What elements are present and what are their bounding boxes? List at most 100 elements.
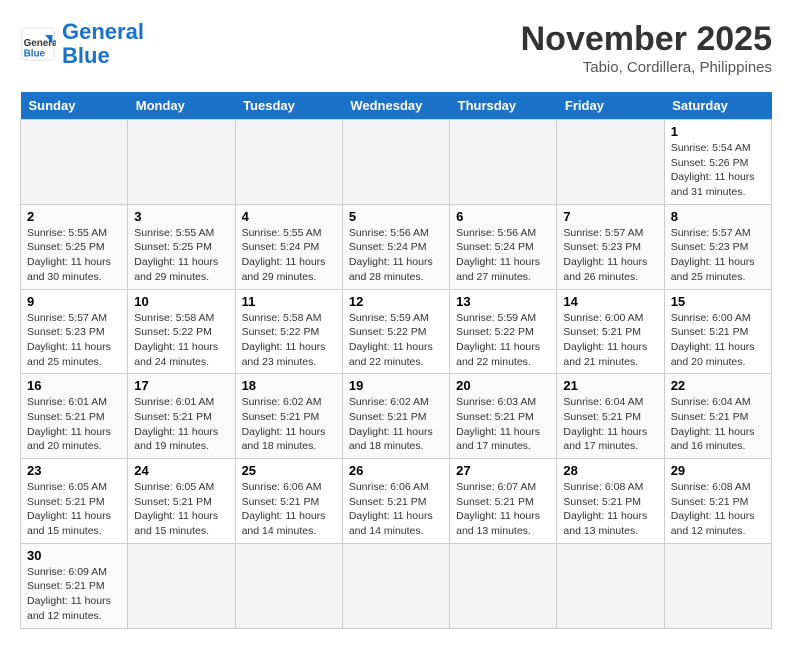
day-info: Sunrise: 6:08 AM Sunset: 5:21 PM Dayligh… (671, 480, 765, 539)
day-info: Sunrise: 5:57 AM Sunset: 5:23 PM Dayligh… (27, 311, 121, 370)
day-number: 7 (563, 209, 657, 224)
weekday-header-friday: Friday (557, 92, 664, 120)
calendar-cell (342, 543, 449, 628)
calendar-cell (21, 120, 128, 205)
day-number: 3 (134, 209, 228, 224)
calendar-cell (450, 120, 557, 205)
day-number: 12 (349, 294, 443, 309)
day-info: Sunrise: 6:00 AM Sunset: 5:21 PM Dayligh… (671, 311, 765, 370)
day-number: 24 (134, 463, 228, 478)
calendar-cell: 30Sunrise: 6:09 AM Sunset: 5:21 PM Dayli… (21, 543, 128, 628)
day-info: Sunrise: 5:54 AM Sunset: 5:26 PM Dayligh… (671, 141, 765, 200)
weekday-header-tuesday: Tuesday (235, 92, 342, 120)
day-info: Sunrise: 5:55 AM Sunset: 5:24 PM Dayligh… (242, 226, 336, 285)
day-number: 19 (349, 378, 443, 393)
calendar-cell: 2 Sunrise: 5:55 AM Sunset: 5:25 PM Daylig… (21, 204, 128, 289)
calendar-week-row: 2 Sunrise: 5:55 AM Sunset: 5:25 PM Daylig… (21, 204, 772, 289)
day-number: 27 (456, 463, 550, 478)
calendar-cell (235, 120, 342, 205)
day-info: Sunrise: 6:02 AM Sunset: 5:21 PM Dayligh… (242, 395, 336, 454)
day-number: 17 (134, 378, 228, 393)
weekday-header-row: SundayMondayTuesdayWednesdayThursdayFrid… (21, 92, 772, 120)
calendar-cell: 23 Sunrise: 6:05 AM Sunset: 5:21 PM Dayli… (21, 459, 128, 544)
day-number: 15 (671, 294, 765, 309)
day-number: 1 (671, 124, 765, 139)
title-area: November 2025 Tabio, Cordillera, Philipp… (521, 20, 772, 76)
month-title: November 2025 (521, 20, 772, 59)
calendar-cell: 9 Sunrise: 5:57 AM Sunset: 5:23 PM Daylig… (21, 289, 128, 374)
weekday-header-saturday: Saturday (664, 92, 771, 120)
calendar-cell: 17 Sunrise: 6:01 AM Sunset: 5:21 PM Dayli… (128, 374, 235, 459)
calendar-cell: 6Sunrise: 5:56 AM Sunset: 5:24 PM Daylig… (450, 204, 557, 289)
day-info: Sunrise: 6:01 AM Sunset: 5:21 PM Dayligh… (27, 395, 121, 454)
day-number: 9 (27, 294, 121, 309)
day-info: Sunrise: 6:04 AM Sunset: 5:21 PM Dayligh… (671, 395, 765, 454)
svg-text:Blue: Blue (24, 49, 46, 60)
calendar-cell: 5 Sunrise: 5:56 AM Sunset: 5:24 PM Daylig… (342, 204, 449, 289)
calendar-cell (235, 543, 342, 628)
day-info: Sunrise: 5:56 AM Sunset: 5:24 PM Dayligh… (456, 226, 550, 285)
day-number: 14 (563, 294, 657, 309)
calendar-cell: 25 Sunrise: 6:06 AM Sunset: 5:21 PM Dayli… (235, 459, 342, 544)
day-info: Sunrise: 6:09 AM Sunset: 5:21 PM Dayligh… (27, 565, 121, 624)
logo: General Blue GeneralBlue (20, 20, 144, 68)
day-info: Sunrise: 5:56 AM Sunset: 5:24 PM Dayligh… (349, 226, 443, 285)
day-info: Sunrise: 6:05 AM Sunset: 5:21 PM Dayligh… (134, 480, 228, 539)
day-number: 25 (242, 463, 336, 478)
day-info: Sunrise: 5:55 AM Sunset: 5:25 PM Dayligh… (27, 226, 121, 285)
calendar-header: SundayMondayTuesdayWednesdayThursdayFrid… (21, 92, 772, 120)
logo-icon: General Blue (20, 26, 56, 62)
day-info: Sunrise: 5:59 AM Sunset: 5:22 PM Dayligh… (456, 311, 550, 370)
weekday-header-thursday: Thursday (450, 92, 557, 120)
weekday-header-sunday: Sunday (21, 92, 128, 120)
day-number: 5 (349, 209, 443, 224)
calendar-cell: 29 Sunrise: 6:08 AM Sunset: 5:21 PM Dayli… (664, 459, 771, 544)
day-info: Sunrise: 5:57 AM Sunset: 5:23 PM Dayligh… (671, 226, 765, 285)
calendar-cell: 16 Sunrise: 6:01 AM Sunset: 5:21 PM Dayli… (21, 374, 128, 459)
calendar-cell: 4 Sunrise: 5:55 AM Sunset: 5:24 PM Daylig… (235, 204, 342, 289)
calendar-week-row: 16 Sunrise: 6:01 AM Sunset: 5:21 PM Dayli… (21, 374, 772, 459)
calendar-cell: 26Sunrise: 6:06 AM Sunset: 5:21 PM Dayli… (342, 459, 449, 544)
calendar-cell (128, 120, 235, 205)
day-number: 8 (671, 209, 765, 224)
day-info: Sunrise: 6:08 AM Sunset: 5:21 PM Dayligh… (563, 480, 657, 539)
day-info: Sunrise: 5:55 AM Sunset: 5:25 PM Dayligh… (134, 226, 228, 285)
day-info: Sunrise: 6:01 AM Sunset: 5:21 PM Dayligh… (134, 395, 228, 454)
day-info: Sunrise: 6:05 AM Sunset: 5:21 PM Dayligh… (27, 480, 121, 539)
calendar-cell: 22Sunrise: 6:04 AM Sunset: 5:21 PM Dayli… (664, 374, 771, 459)
location: Tabio, Cordillera, Philippines (521, 59, 772, 76)
day-number: 4 (242, 209, 336, 224)
day-info: Sunrise: 6:04 AM Sunset: 5:21 PM Dayligh… (563, 395, 657, 454)
day-number: 28 (563, 463, 657, 478)
day-number: 2 (27, 209, 121, 224)
calendar-cell: 19Sunrise: 6:02 AM Sunset: 5:21 PM Dayli… (342, 374, 449, 459)
calendar-cell: 24 Sunrise: 6:05 AM Sunset: 5:21 PM Dayli… (128, 459, 235, 544)
calendar-cell: 13Sunrise: 5:59 AM Sunset: 5:22 PM Dayli… (450, 289, 557, 374)
calendar-cell: 15 Sunrise: 6:00 AM Sunset: 5:21 PM Dayli… (664, 289, 771, 374)
calendar-cell (450, 543, 557, 628)
day-info: Sunrise: 6:06 AM Sunset: 5:21 PM Dayligh… (349, 480, 443, 539)
day-number: 21 (563, 378, 657, 393)
day-number: 16 (27, 378, 121, 393)
day-number: 23 (27, 463, 121, 478)
day-number: 20 (456, 378, 550, 393)
calendar-cell: 18 Sunrise: 6:02 AM Sunset: 5:21 PM Dayli… (235, 374, 342, 459)
weekday-header-monday: Monday (128, 92, 235, 120)
day-info: Sunrise: 6:00 AM Sunset: 5:21 PM Dayligh… (563, 311, 657, 370)
day-number: 29 (671, 463, 765, 478)
calendar-cell: 12Sunrise: 5:59 AM Sunset: 5:22 PM Dayli… (342, 289, 449, 374)
calendar-week-row: 1 Sunrise: 5:54 AM Sunset: 5:26 PM Daylig… (21, 120, 772, 205)
day-info: Sunrise: 6:06 AM Sunset: 5:21 PM Dayligh… (242, 480, 336, 539)
calendar-cell (128, 543, 235, 628)
calendar-cell (342, 120, 449, 205)
calendar-cell: 10Sunrise: 5:58 AM Sunset: 5:22 PM Dayli… (128, 289, 235, 374)
calendar-cell: 27 Sunrise: 6:07 AM Sunset: 5:21 PM Dayli… (450, 459, 557, 544)
calendar-week-row: 30Sunrise: 6:09 AM Sunset: 5:21 PM Dayli… (21, 543, 772, 628)
day-info: Sunrise: 6:07 AM Sunset: 5:21 PM Dayligh… (456, 480, 550, 539)
weekday-header-wednesday: Wednesday (342, 92, 449, 120)
day-number: 18 (242, 378, 336, 393)
calendar-cell (557, 543, 664, 628)
calendar-cell: 11Sunrise: 5:58 AM Sunset: 5:22 PM Dayli… (235, 289, 342, 374)
day-info: Sunrise: 5:58 AM Sunset: 5:22 PM Dayligh… (134, 311, 228, 370)
calendar-cell: 1 Sunrise: 5:54 AM Sunset: 5:26 PM Daylig… (664, 120, 771, 205)
